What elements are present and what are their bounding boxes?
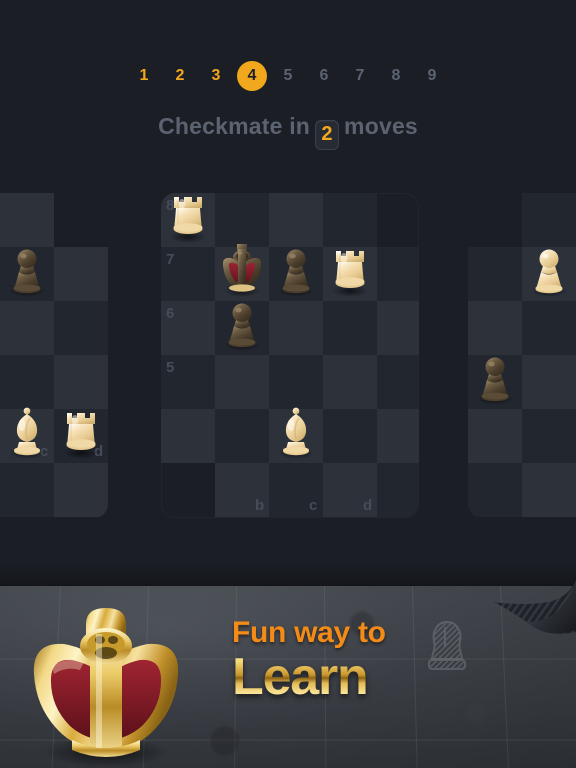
page-curl-corner	[490, 580, 576, 654]
board-square[interactable]	[323, 301, 377, 355]
level-node-label: 6	[319, 67, 329, 84]
board-square[interactable]	[269, 355, 323, 409]
page-title: Checkmate in 2 moves	[0, 113, 576, 150]
banner-text-block: Fun way to Learn	[232, 616, 442, 703]
level-node-label: 4	[247, 67, 257, 84]
board-square[interactable]	[377, 409, 419, 463]
moves-count-badge: 2	[315, 119, 340, 150]
level-node-5[interactable]: 5	[270, 58, 306, 94]
board-square[interactable]	[468, 301, 522, 355]
board-square[interactable]	[522, 463, 576, 517]
board-square[interactable]	[215, 463, 269, 517]
board-partial-right[interactable]	[468, 193, 576, 518]
board-square[interactable]	[54, 247, 108, 301]
board-square[interactable]	[377, 247, 419, 301]
level-node-label: 9	[427, 67, 437, 84]
board-square[interactable]	[269, 301, 323, 355]
board-square[interactable]	[522, 409, 576, 463]
board-square[interactable]	[468, 247, 522, 301]
level-node-1[interactable]: 1	[126, 58, 162, 94]
headline-suffix: moves	[344, 113, 418, 139]
board-square[interactable]	[522, 355, 576, 409]
board-square[interactable]	[323, 193, 377, 247]
level-node-7[interactable]: 7	[342, 58, 378, 94]
board-square[interactable]	[215, 247, 269, 301]
level-node-8[interactable]: 8	[378, 58, 414, 94]
level-node-label: 3	[211, 67, 221, 84]
level-node-3[interactable]: 3	[198, 58, 234, 94]
headline-prefix: Checkmate in	[158, 113, 311, 139]
banner-line-1: Fun way to	[232, 616, 386, 649]
level-node-label: 1	[139, 67, 149, 84]
board-square[interactable]	[269, 193, 323, 247]
chess-board-main[interactable]: 8765bcd	[161, 193, 419, 518]
board-square[interactable]	[0, 409, 54, 463]
board-square[interactable]	[215, 193, 269, 247]
board-square[interactable]	[377, 463, 419, 517]
board-square[interactable]	[0, 355, 54, 409]
level-node-label: 7	[355, 67, 365, 84]
board-square[interactable]	[377, 301, 419, 355]
board-square[interactable]	[468, 409, 522, 463]
banner-line-2: Learn	[232, 651, 442, 703]
board-square[interactable]	[269, 247, 323, 301]
board-square[interactable]	[269, 409, 323, 463]
board-square[interactable]	[522, 193, 576, 247]
board-square[interactable]	[215, 355, 269, 409]
board-square[interactable]	[323, 247, 377, 301]
level-node-6[interactable]: 6	[306, 58, 342, 94]
level-node-2[interactable]: 2	[162, 58, 198, 94]
promo-banner: Fun way to Learn	[0, 558, 576, 768]
board-square[interactable]	[215, 409, 269, 463]
board-square[interactable]	[323, 463, 377, 517]
board-square[interactable]	[161, 247, 215, 301]
board-square[interactable]	[522, 247, 576, 301]
level-progress-strip: 1 2 3 4 5 6 7 8 9	[0, 58, 576, 94]
board-square[interactable]	[161, 193, 215, 247]
board-square[interactable]	[0, 193, 54, 247]
level-node-label: 2	[175, 67, 185, 84]
level-node-label: 5	[283, 67, 293, 84]
board-stage: cd 8 7 6 5 b c d	[0, 180, 576, 530]
level-node-label: 8	[391, 67, 401, 84]
board-square[interactable]	[161, 355, 215, 409]
board-square[interactable]	[468, 355, 522, 409]
board-square[interactable]	[269, 463, 323, 517]
board-partial-left[interactable]: cd	[0, 193, 108, 518]
board-square[interactable]	[0, 301, 54, 355]
board-square[interactable]	[215, 301, 269, 355]
board-square[interactable]	[468, 463, 522, 517]
board-square[interactable]	[377, 355, 419, 409]
board-square[interactable]	[161, 409, 215, 463]
board-square[interactable]	[323, 355, 377, 409]
board-square[interactable]	[54, 463, 108, 517]
board-square[interactable]	[0, 247, 54, 301]
board-square[interactable]	[54, 409, 108, 463]
board-square[interactable]	[161, 301, 215, 355]
board-square[interactable]	[323, 409, 377, 463]
gold-crown-graphic	[18, 600, 194, 768]
app-root: 123456789 Checkmate in 2 moves cd 8 7 6 …	[0, 0, 576, 768]
board-square[interactable]	[54, 301, 108, 355]
level-node-9[interactable]: 9	[414, 58, 450, 94]
board-square[interactable]	[522, 301, 576, 355]
board-square[interactable]	[0, 463, 54, 517]
level-node-4[interactable]: 4	[234, 58, 270, 94]
board-square[interactable]	[54, 355, 108, 409]
